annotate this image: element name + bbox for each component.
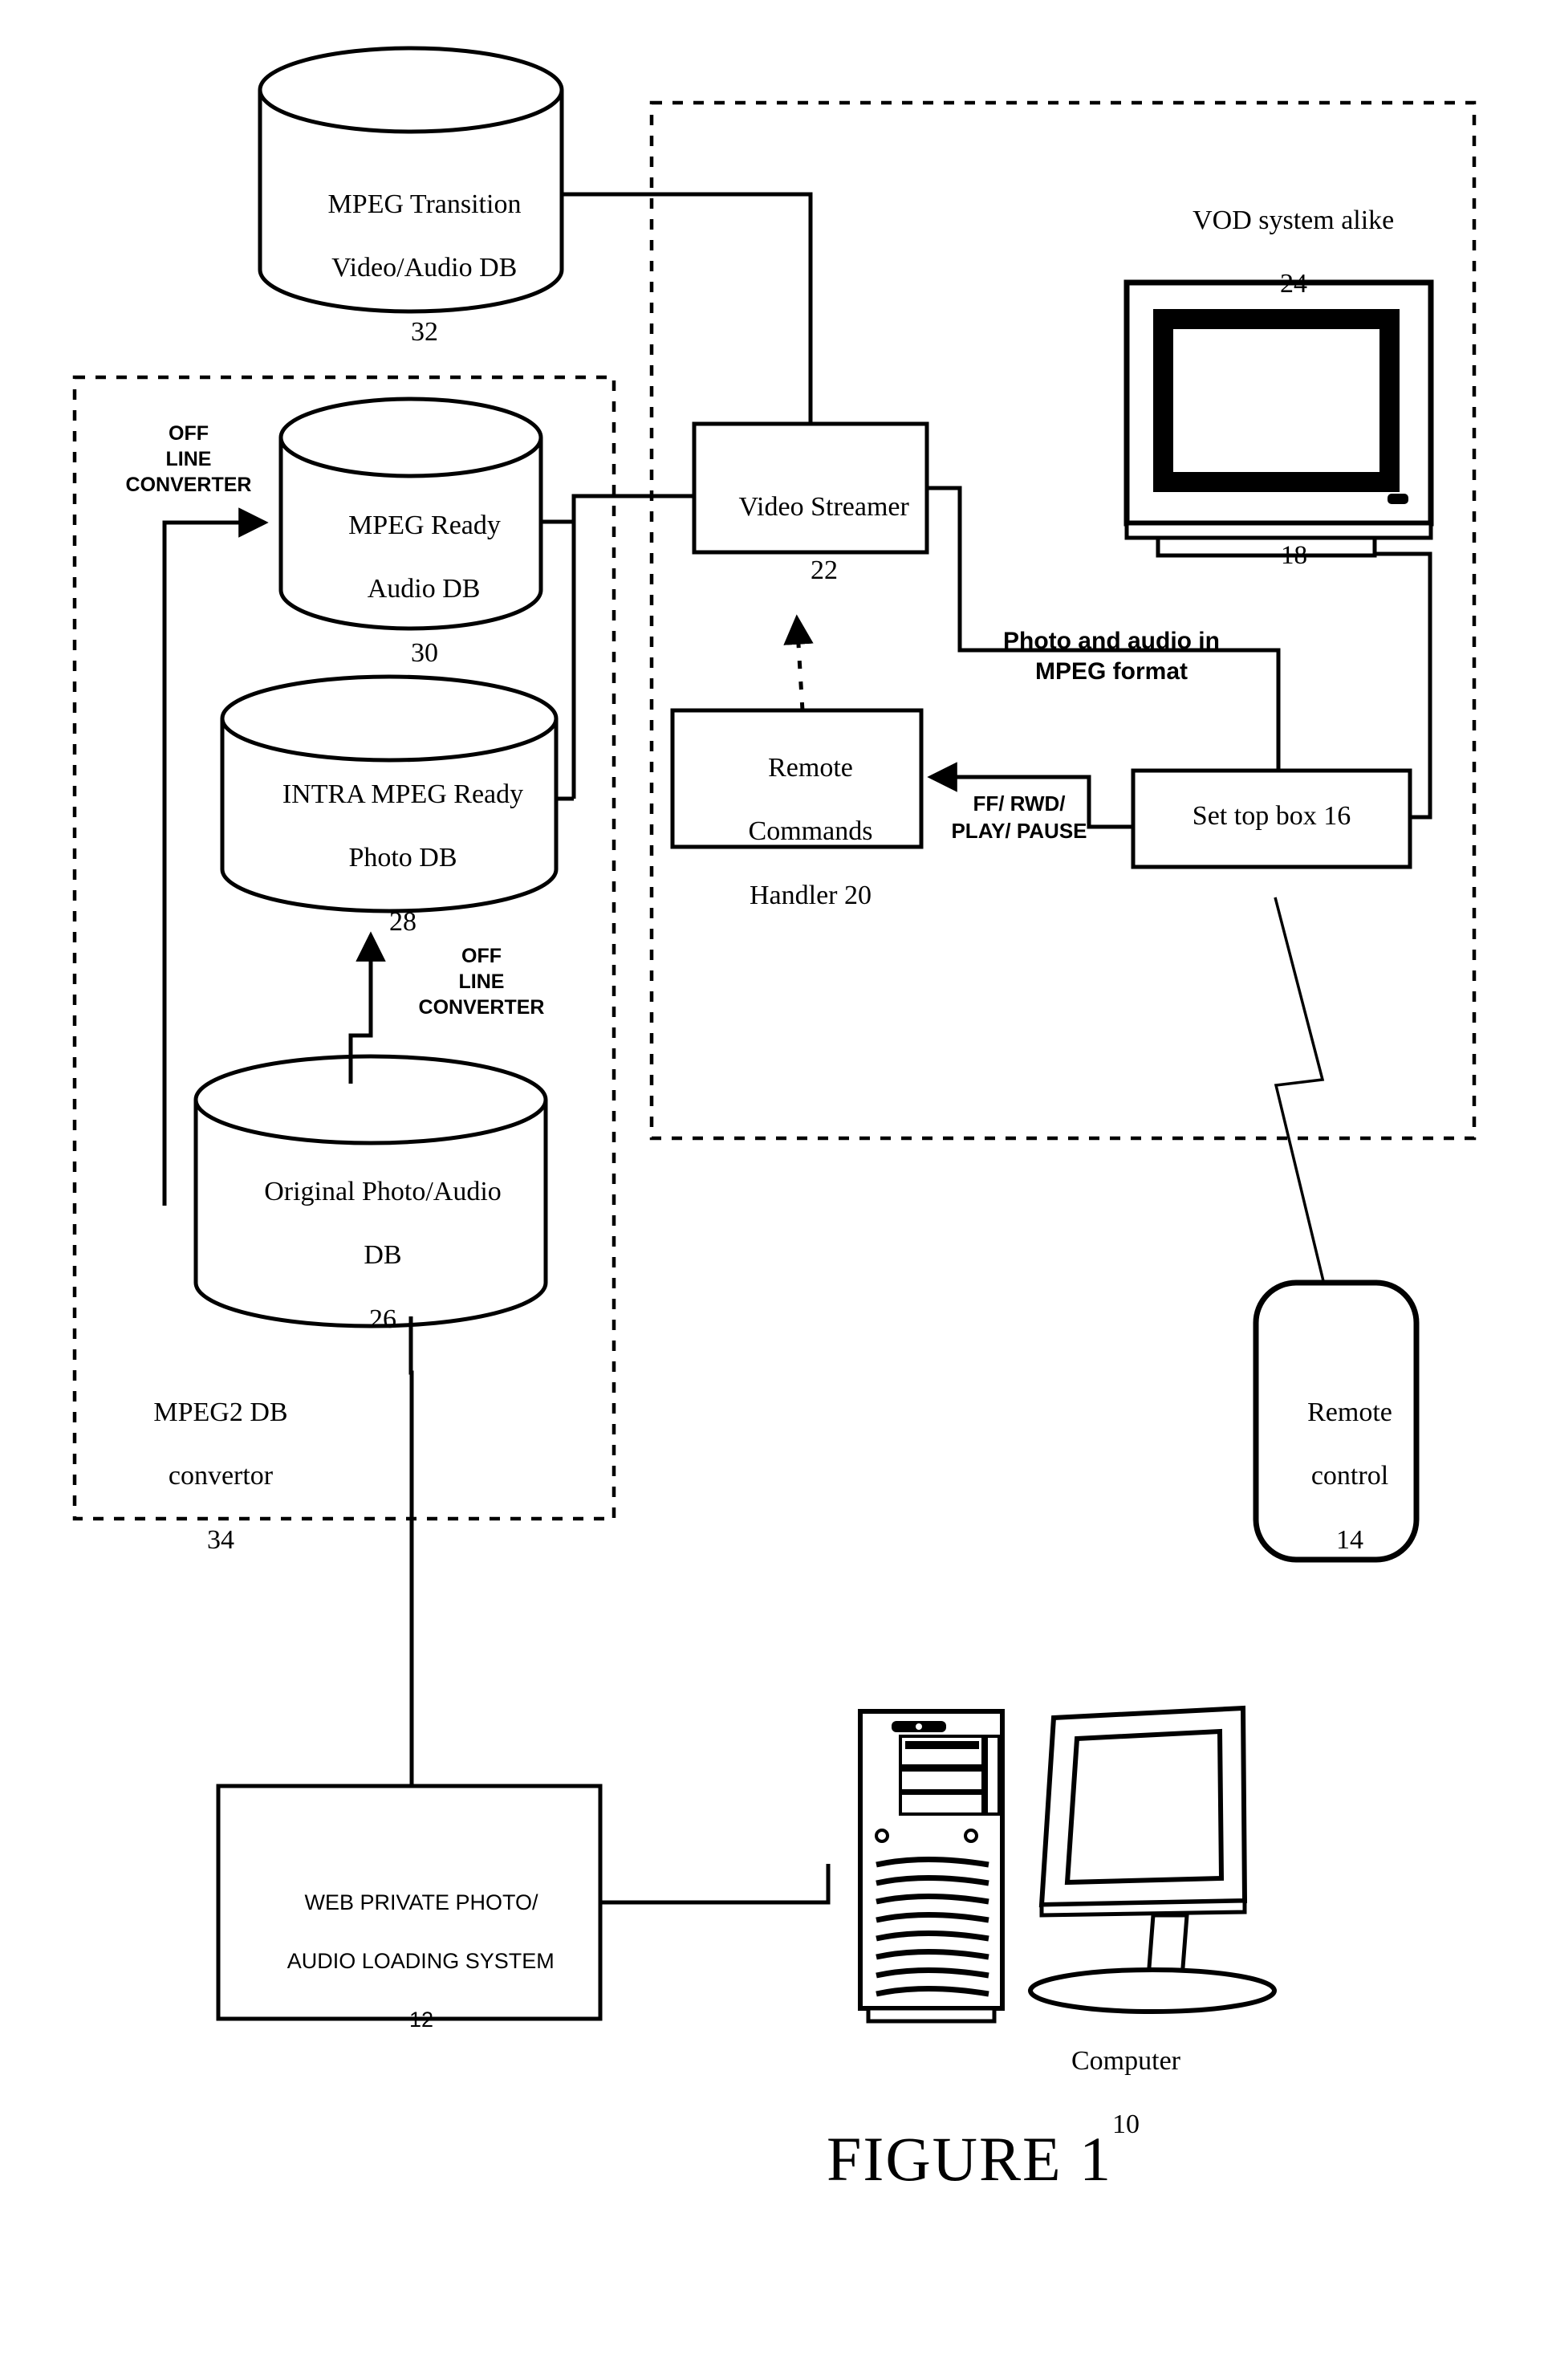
db-28-ref: 28 <box>389 906 416 937</box>
handler-line2: Commands <box>748 816 873 847</box>
web-system-ref: 12 <box>408 2008 434 2032</box>
video-streamer-ref: 22 <box>811 555 838 586</box>
edge-db32-to-video-streamer <box>562 192 813 424</box>
edge-settopbox-to-remote-break <box>1274 897 1326 1285</box>
handler-line1: Remote <box>768 752 853 783</box>
television-ref: 18 <box>1281 541 1307 570</box>
db-32-ref: 32 <box>411 316 438 347</box>
mpeg2-converter-line1: MPEG2 DB <box>153 1397 288 1427</box>
vod-ref: 24 <box>1280 269 1307 299</box>
remote-control-ref: 14 <box>1336 1524 1363 1555</box>
edge-web-system-to-computer <box>600 1864 831 1905</box>
db-28-line1: INTRA MPEG Ready <box>282 779 524 809</box>
db-26-line1: Original Photo/Audio <box>264 1176 502 1206</box>
edge-db26-to-web-system <box>408 1316 414 1786</box>
offline-converter-label-mid: OFF LINE CONVERTER <box>418 945 545 1019</box>
db-32-line2: Video/Audio DB <box>331 253 518 283</box>
video-streamer-label: Video Streamer 22 <box>694 459 927 619</box>
set-top-box-label: Set top box 16 <box>1192 801 1351 831</box>
computer-monitor <box>1028 1705 1277 2014</box>
db-26-ref: 26 <box>369 1304 396 1334</box>
offline-converter-label-top: OFF LINE CONVERTER <box>125 422 252 496</box>
photo-audio-mpeg-label: Photo and audio in MPEG format <box>1003 628 1220 686</box>
mpeg2-converter-ref: 34 <box>207 1524 234 1555</box>
transport-commands-label: FF/ RWD/ PLAY/ PAUSE <box>951 791 1087 843</box>
vod-line1: VOD system alike <box>1193 205 1395 235</box>
web-loading-system-label: WEB PRIVATE PHOTO/ AUDIO LOADING SYSTEM … <box>218 1859 600 2064</box>
computer-name: Computer <box>1071 2045 1180 2076</box>
db-30-line1: MPEG Ready <box>348 510 501 540</box>
computer-tower <box>858 1709 1005 2024</box>
mpeg2-converter-line2: convertor <box>168 1461 274 1491</box>
remote-control-label: Remote control 14 <box>1256 1365 1416 1588</box>
edge-handler-to-video-streamer-dashed <box>783 614 814 711</box>
db-26-line2: DB <box>364 1240 402 1271</box>
group-label-mpeg2-converter: MPEG2 DB convertor 34 <box>87 1365 327 1588</box>
figure-caption: FIGURE 1 <box>827 2124 1113 2194</box>
video-streamer-title: Video Streamer <box>738 491 909 522</box>
db-30-line2: Audio DB <box>367 574 481 604</box>
group-label-vod: VOD system alike 24 <box>1123 173 1436 332</box>
db-32-line1: MPEG Transition <box>327 189 522 219</box>
handler-line3: Handler 20 <box>749 880 872 910</box>
computer-ref: 10 <box>1112 2109 1140 2140</box>
patent-figure-canvas: MPEG Transition Video/Audio DB 32 MPEG R… <box>0 0 1544 2380</box>
db-28-label: INTRA MPEG Ready Photo DB 28 <box>213 747 566 970</box>
db-30-label: MPEG Ready Audio DB 30 <box>266 478 555 701</box>
remote-commands-handler-label: Remote Commands Handler 20 <box>672 720 921 943</box>
db-28-line2: Photo DB <box>348 843 457 873</box>
web-system-line2: AUDIO LOADING SYSTEM <box>286 1949 555 1974</box>
remote-control-line1: Remote <box>1307 1397 1392 1427</box>
remote-control-line2: control <box>1310 1461 1389 1491</box>
db-32-label: MPEG Transition Video/Audio DB 32 <box>250 157 571 380</box>
db-26-label: Original Photo/Audio DB 26 <box>193 1144 546 1367</box>
db-30-ref: 30 <box>411 637 438 668</box>
web-system-line1: WEB PRIVATE PHOTO/ <box>304 1890 538 1915</box>
